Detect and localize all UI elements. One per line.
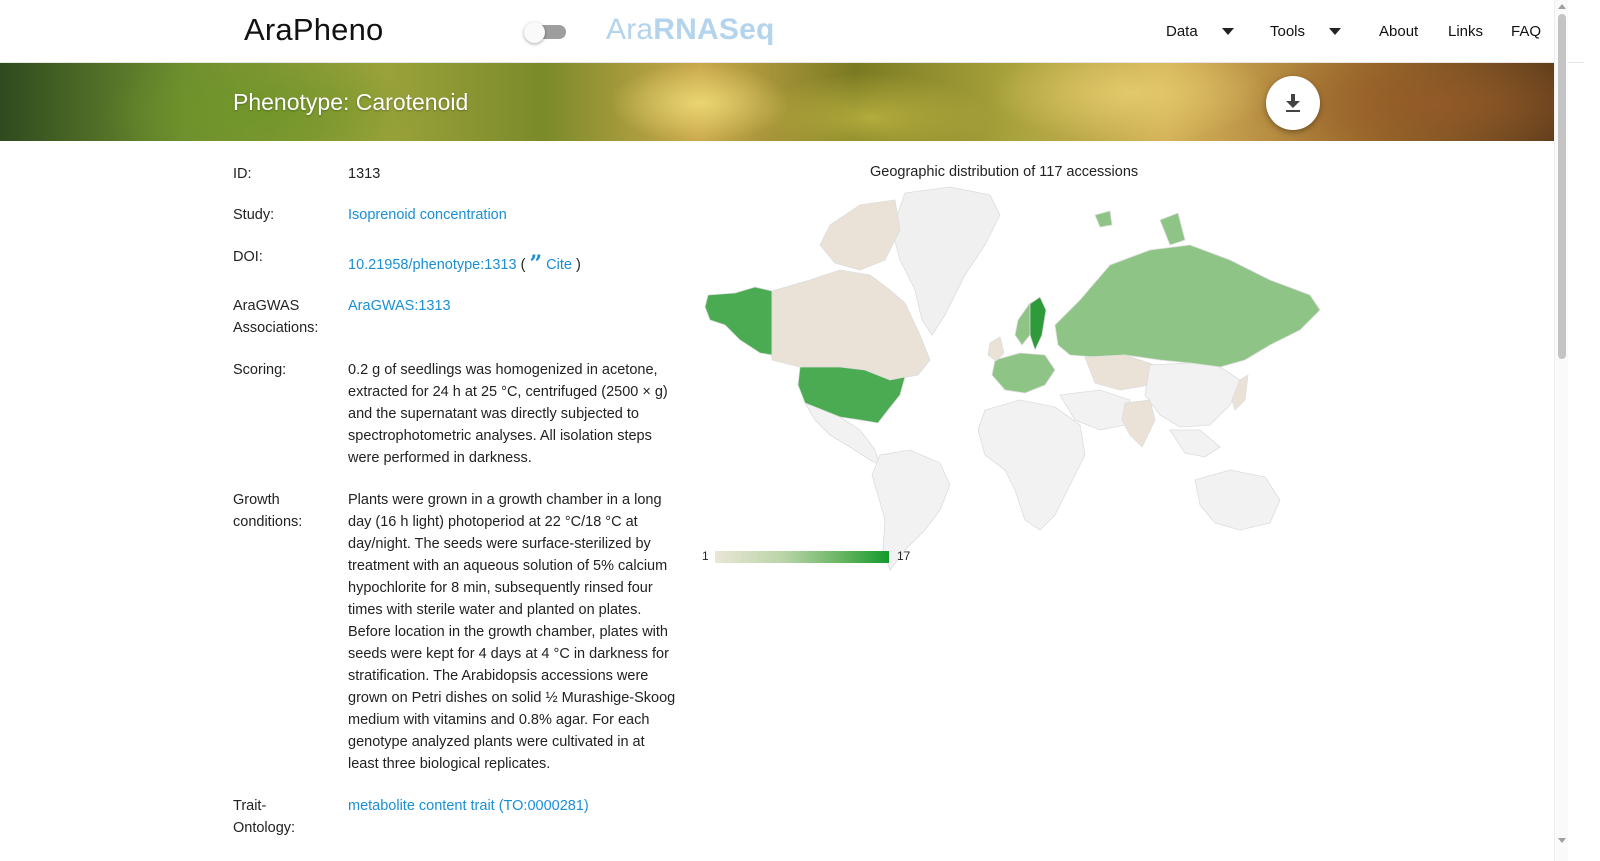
rnaseq-toggle[interactable] xyxy=(524,22,570,43)
nav-data-menu[interactable]: Data xyxy=(1166,0,1234,63)
aragwas-link[interactable]: AraGWAS:1313 xyxy=(348,298,451,314)
cite-link[interactable]: Cite xyxy=(546,257,572,273)
growth-label: Growth conditions: xyxy=(233,492,303,530)
region-norway xyxy=(1014,301,1031,346)
rnaseq-logo[interactable]: AraRNASeq xyxy=(606,13,775,47)
doi-label: DOI: xyxy=(233,249,263,265)
region-svalbard xyxy=(1094,210,1113,228)
chevron-down-icon xyxy=(1221,28,1234,35)
region-canada xyxy=(771,269,931,381)
nav-links-link[interactable]: Links xyxy=(1448,0,1483,63)
page-scrollbar[interactable] xyxy=(1554,0,1568,861)
region-europe-west xyxy=(991,352,1056,394)
region-east-asia xyxy=(1144,362,1241,428)
region-africa xyxy=(977,399,1086,531)
nav-faq-label: FAQ xyxy=(1511,23,1542,40)
rnaseq-logo-suffix: RNASeq xyxy=(653,13,775,46)
id-label: ID: xyxy=(233,166,252,182)
rnaseq-logo-prefix: Ara xyxy=(606,13,654,46)
nav-about-link[interactable]: About xyxy=(1379,0,1418,63)
nav-data-label: Data xyxy=(1166,23,1198,40)
nav-tools-label: Tools xyxy=(1270,23,1306,40)
map-legend: 1 17 xyxy=(700,548,920,568)
region-australia xyxy=(1194,469,1281,531)
doi-paren-close: ) xyxy=(575,257,581,273)
download-button[interactable] xyxy=(1266,76,1320,130)
nav-about-label: About xyxy=(1379,23,1419,40)
doi-paren-open: ( xyxy=(520,257,526,273)
top-toolbar: AraPheno AraRNASeq Data Tools About Link… xyxy=(0,0,1584,63)
world-map[interactable] xyxy=(700,185,1325,575)
ontology-link[interactable]: metabolite content trait (TO:0000281) xyxy=(348,798,589,814)
study-link[interactable]: Isoprenoid concentration xyxy=(348,207,507,223)
region-russia xyxy=(1054,244,1321,368)
legend-gradient xyxy=(715,551,889,563)
region-india xyxy=(1121,399,1156,448)
legend-min: 1 xyxy=(702,549,709,563)
quote-icon[interactable]: ” xyxy=(529,251,542,277)
doi-link[interactable]: 10.21958/phenotype:1313 xyxy=(348,257,517,273)
toggle-thumb xyxy=(524,22,545,43)
scrollbar-thumb[interactable] xyxy=(1558,14,1566,359)
ontology-label: Trait-Ontology: xyxy=(233,798,296,836)
nav-tools-menu[interactable]: Tools xyxy=(1270,0,1342,63)
scroll-down-icon[interactable] xyxy=(1558,838,1566,843)
map-title: Geographic distribution of 117 accession… xyxy=(870,164,1139,180)
nav-links-label: Links xyxy=(1448,23,1484,40)
nav-faq-link[interactable]: FAQ xyxy=(1511,0,1541,63)
legend-max: 17 xyxy=(897,549,911,563)
chevron-down-icon xyxy=(1329,28,1342,35)
aragwas-label: AraGWAS Associations: xyxy=(233,298,319,336)
region-uk xyxy=(987,336,1005,362)
scoring-label: Scoring: xyxy=(233,362,287,378)
region-central-asia xyxy=(1084,354,1156,391)
study-label: Study: xyxy=(233,207,275,223)
page-title: Phenotype: Carotenoid xyxy=(233,89,469,115)
region-arctic-canada xyxy=(819,199,901,271)
scoring-value: 0.2 g of seedlings was homogenized in ac… xyxy=(348,362,668,466)
id-value: 1313 xyxy=(348,166,381,182)
region-novaya-zemlya xyxy=(1159,212,1186,246)
region-southeast-asia xyxy=(1169,429,1221,458)
brand-logo[interactable]: AraPheno xyxy=(244,12,383,48)
region-alaska xyxy=(704,286,773,356)
scroll-up-icon[interactable] xyxy=(1558,4,1566,9)
growth-value: Plants were grown in a growth chamber in… xyxy=(348,492,676,772)
region-sweden xyxy=(1027,296,1047,352)
download-icon xyxy=(1286,94,1300,112)
